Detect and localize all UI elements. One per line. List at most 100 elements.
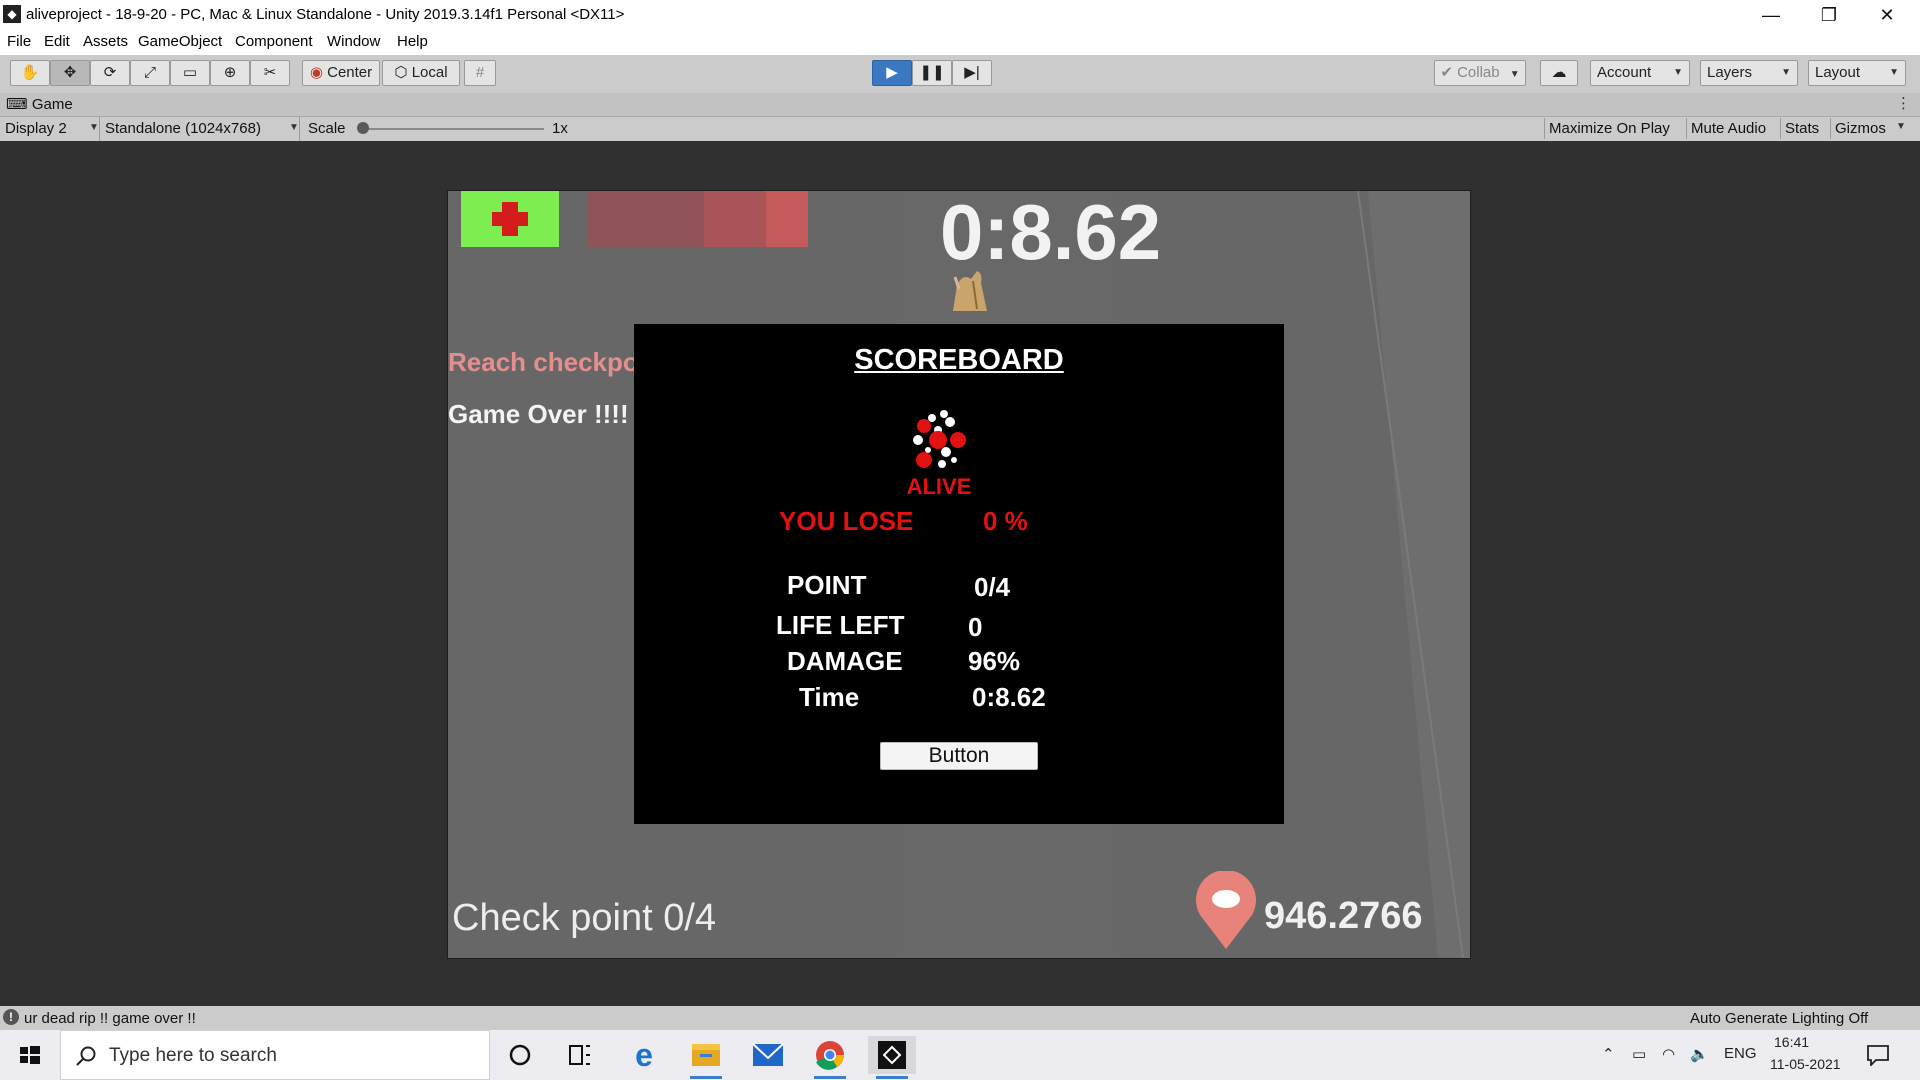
menu-assets[interactable]: Assets [83,33,128,50]
divider [299,117,300,141]
taskbar-search[interactable]: Type here to search [60,1030,490,1080]
clock-time[interactable]: 16:41 [1774,1034,1809,1050]
maximize-on-play-toggle[interactable]: Maximize On Play [1544,118,1674,139]
life-left-label: LIFE LEFT [776,610,905,640]
chrome-icon[interactable] [806,1036,854,1079]
volume-icon[interactable]: 🔈 [1690,1045,1709,1063]
maximize-button[interactable]: ❐ [1800,0,1858,30]
pivot-center-button[interactable]: ◉ Center [302,60,380,86]
menu-file[interactable]: File [7,33,31,50]
point-value: 0/4 [974,572,1011,602]
custom-tool-button[interactable]: ✂ [250,60,290,86]
damage-value: 96% [968,646,1021,676]
scale-slider-handle[interactable] [357,122,369,134]
console-message[interactable]: ur dead rip !! game over !! [24,1010,196,1027]
chevron-up-icon[interactable]: ⌃ [1602,1045,1615,1063]
alive-logo-icon [913,410,966,468]
file-explorer-icon[interactable] [682,1036,730,1079]
time-label: Time [799,682,860,712]
checkpoint-counter: Check point 0/4 [452,897,717,939]
local-icon: ⬡ [394,64,408,81]
stats-toggle[interactable]: Stats [1780,118,1823,139]
search-icon [76,1046,96,1066]
layout-label: Layout [1815,64,1861,81]
battery-icon[interactable]: ▭ [1632,1045,1646,1063]
game-view-options: Display 2 ▼ Standalone (1024x768) ▼ Scal… [0,117,1920,142]
damage-bar [588,191,808,247]
window-titlebar: ◆ aliveproject - 18-9-20 - PC, Mac & Lin… [0,0,1920,30]
result-label: YOU LOSE [779,506,914,536]
game-tab-strip: ⌨ Game ⋮ [0,93,1920,117]
clock-date[interactable]: 11-05-2021 [1770,1056,1841,1072]
scale-slider-track[interactable] [362,128,544,130]
point-label: POINT [787,570,867,600]
status-bar: ! ur dead rip !! game over !! Auto Gener… [0,1006,1920,1030]
layers-dropdown[interactable]: Layers ▼ [1700,60,1798,86]
hand-tool-button[interactable]: ✋ [10,60,50,86]
alive-logo-text: ALIVE [906,474,972,499]
gizmos-toggle[interactable]: Gizmos [1830,118,1890,139]
chevron-down-icon: ▼ [1673,67,1683,78]
pause-button[interactable]: ❚❚ [912,60,952,86]
pivot-local-button[interactable]: ⬡ Local [382,60,460,86]
step-button[interactable]: ▶| [952,60,992,86]
unity-taskbar-icon[interactable] [868,1036,916,1079]
transform-tool-button[interactable]: ⊕ [210,60,250,86]
svg-text:e: e [635,1037,653,1073]
chevron-down-icon: ▼ [289,122,299,133]
rotate-tool-button[interactable]: ⟳ [90,60,130,86]
menu-edit[interactable]: Edit [44,33,70,50]
info-icon: ! [3,1009,19,1025]
minimize-button[interactable]: — [1742,0,1800,30]
account-dropdown[interactable]: Account ▼ [1590,60,1690,86]
menu-window[interactable]: Window [327,33,380,50]
close-button[interactable]: ✕ [1858,0,1916,30]
menu-gameobject[interactable]: GameObject [138,33,222,50]
health-pickup-box [461,191,559,247]
pivot-label: Center [327,64,373,81]
pause-icon: ❚❚ [919,64,945,81]
cloud-icon: ☁ [1551,64,1567,81]
distance-readout: 946.2766 [1264,895,1423,937]
mail-icon[interactable] [744,1036,792,1074]
chevron-down-icon: ▼ [89,122,99,133]
menu-help[interactable]: Help [397,33,428,50]
resolution-label: Standalone (1024x768) [105,120,261,137]
mute-audio-toggle[interactable]: Mute Audio [1686,118,1770,139]
game-over-message: Game Over !!!! [448,399,629,429]
language-indicator[interactable]: ENG [1724,1045,1757,1062]
player-hand-figure [953,271,987,311]
rect-tool-button[interactable]: ▭ [170,60,210,86]
main-toolbar: ✋ ✥ ⟳ ⤢ ▭ ⊕ ✂ ◉ Center ⬡ Local # ▶ ❚❚ ▶|… [0,55,1920,93]
scoreboard-panel: SCOREBOARD ALIVE YOU LOSE 0 % POINT 0/4 … [634,324,1284,824]
windows-start-icon[interactable] [0,1030,60,1080]
display-dropdown[interactable]: Display 2 ▼ [5,120,99,137]
chevron-down-icon[interactable]: ▼ [1896,121,1906,132]
edge-browser-icon[interactable]: e [620,1036,668,1074]
tab-game[interactable]: ⌨ Game [6,95,73,113]
step-icon: ▶| [964,64,980,81]
notification-icon[interactable] [1866,1044,1890,1066]
grid-snap-button[interactable]: # [464,60,496,86]
collab-dropdown[interactable]: ✔ Collab ▼ [1434,60,1526,86]
play-icon: ▶ [886,64,898,81]
chevron-down-icon: ▼ [1781,67,1791,78]
cloud-button[interactable]: ☁ [1540,60,1578,86]
location-pin-icon [1196,871,1256,949]
more-options-icon[interactable]: ⋮ [1896,94,1911,112]
search-placeholder: Type here to search [109,1045,277,1066]
task-view-icon[interactable] [556,1036,604,1074]
cortana-icon[interactable] [496,1036,544,1074]
move-tool-button[interactable]: ✥ [50,60,90,86]
play-button[interactable]: ▶ [872,60,912,86]
layout-dropdown[interactable]: Layout ▼ [1808,60,1906,86]
scale-tool-button[interactable]: ⤢ [130,60,170,86]
wifi-icon[interactable]: ◠ [1662,1045,1675,1063]
menu-component[interactable]: Component [235,33,313,50]
tools-icon: ✂ [263,64,277,81]
resolution-dropdown[interactable]: Standalone (1024x768) ▼ [105,120,299,137]
tab-game-label: Game [31,96,73,113]
scoreboard-button[interactable]: Button [880,742,1038,770]
pivot-icon: ◉ [309,64,323,81]
grid-icon: # [475,64,485,81]
